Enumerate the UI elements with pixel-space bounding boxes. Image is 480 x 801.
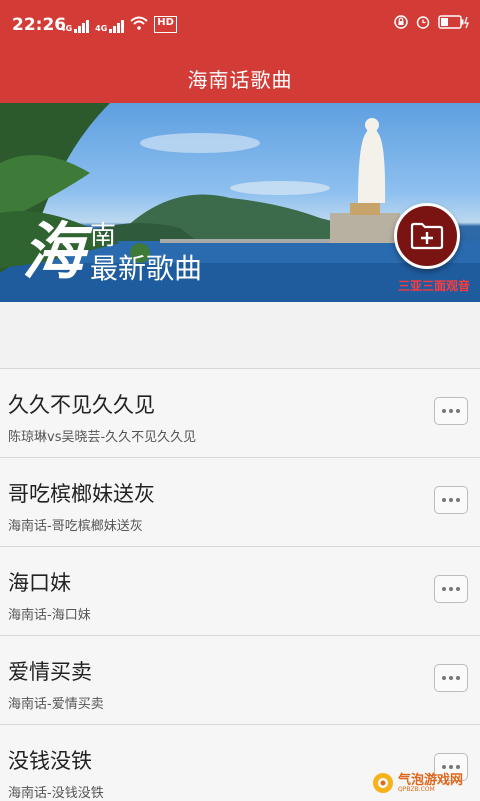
- hd-icon: HD: [154, 16, 177, 33]
- app-bar: 海南话歌曲: [0, 50, 480, 103]
- list-item[interactable]: 哥吃槟榔妹送灰 海南话-哥吃槟榔妹送灰: [0, 458, 480, 547]
- more-options-button[interactable]: [434, 486, 468, 514]
- alarm-icon: [416, 14, 430, 33]
- status-time: 22:26: [12, 15, 67, 35]
- status-bar: 22:26 4G 4G HD: [0, 0, 480, 50]
- watermark-logo-icon: [373, 773, 393, 793]
- battery-icon: [438, 14, 470, 33]
- song-subtitle: 海南话-哥吃槟榔妹送灰: [8, 519, 143, 534]
- song-subtitle: 海南话-爱情买卖: [8, 697, 104, 712]
- song-subtitle: 陈琼琳vs吴晓芸-久久不见久久见: [8, 430, 197, 445]
- song-subtitle: 海南话-海口妹: [8, 608, 91, 623]
- banner-line2: 最新歌曲: [90, 252, 203, 285]
- more-options-button[interactable]: [434, 397, 468, 425]
- song-title: 久久不见久久见: [8, 393, 155, 417]
- banner-image: 海 南 最新歌曲 三亚三面观音: [0, 103, 480, 302]
- watermark-subtext: QPBZB.COM: [398, 785, 435, 793]
- banner-big-char: 海: [22, 215, 85, 288]
- page-title: 海南话歌曲: [187, 68, 293, 92]
- song-subtitle: 海南话-没钱没铁: [8, 786, 104, 801]
- banner-caption: 三亚三面观音: [397, 279, 470, 293]
- song-title: 哥吃槟榔妹送灰: [8, 482, 155, 506]
- watermark-text: 气泡游戏网: [398, 772, 464, 788]
- signal-icon-1: 4G: [60, 16, 90, 33]
- list-item[interactable]: 海口妹 海南话-海口妹: [0, 547, 480, 636]
- status-right-icons: [394, 14, 470, 33]
- lock-icon: [394, 14, 408, 33]
- status-left-icons: 4G 4G HD: [60, 16, 177, 33]
- signal-icon-2: 4G: [95, 16, 125, 33]
- more-options-button[interactable]: [434, 664, 468, 692]
- folder-add-icon: [410, 222, 444, 250]
- add-folder-button[interactable]: [394, 203, 460, 269]
- list-item[interactable]: 爱情买卖 海南话-爱情买卖: [0, 636, 480, 725]
- list-item[interactable]: 久久不见久久见 陈琼琳vs吴晓芸-久久不见久久见: [0, 369, 480, 458]
- wifi-icon: [130, 16, 148, 33]
- watermark: 气泡游戏网 QPBZB.COM: [372, 770, 474, 796]
- song-title: 爱情买卖: [8, 660, 92, 684]
- song-list: 久久不见久久见 陈琼琳vs吴晓芸-久久不见久久见 哥吃槟榔妹送灰 海南话-哥吃槟…: [0, 368, 480, 801]
- more-options-button[interactable]: [434, 575, 468, 603]
- network-label-2: 4G: [95, 24, 108, 33]
- network-label-1: 4G: [60, 24, 73, 33]
- song-title: 海口妹: [8, 571, 71, 595]
- song-title: 没钱没铁: [8, 749, 92, 773]
